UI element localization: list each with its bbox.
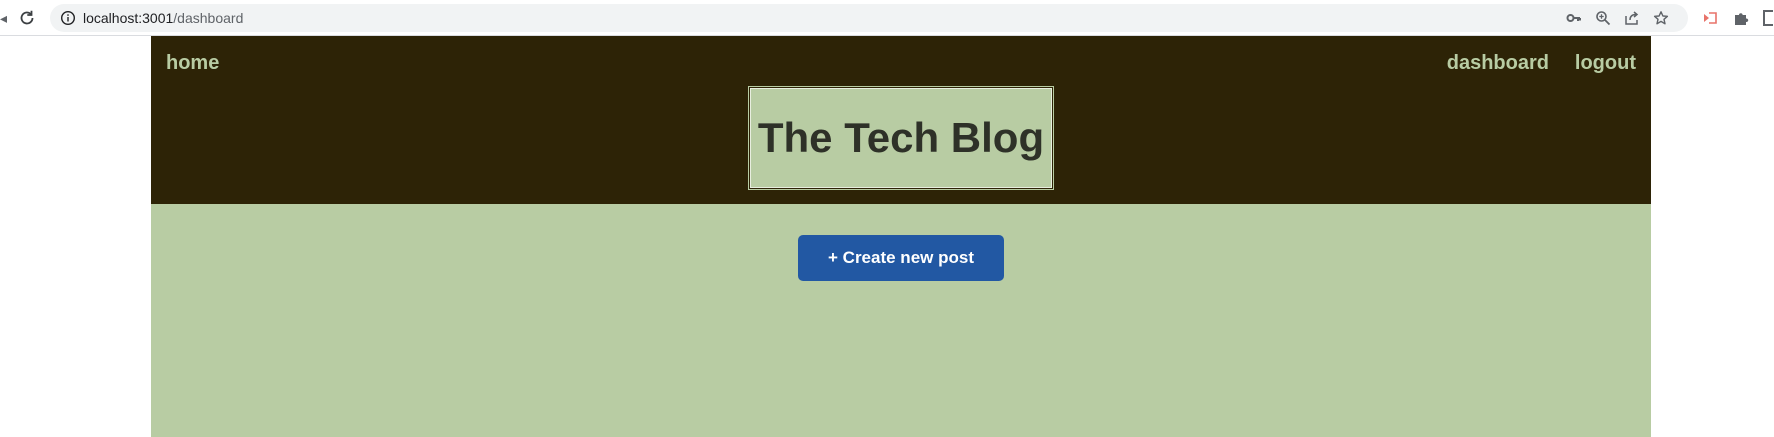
- browser-toolbar: ◂ localhost:3001/dashboard: [0, 0, 1774, 36]
- toolbar-edge-glyph: [1763, 10, 1773, 26]
- page: home dashboard logout The Tech Blog + Cr…: [151, 36, 1651, 437]
- url-text[interactable]: localhost:3001/dashboard: [83, 10, 243, 26]
- url-host: localhost:3001: [83, 10, 174, 26]
- reload-icon[interactable]: [17, 8, 37, 28]
- site-title-box: The Tech Blog: [748, 86, 1054, 190]
- key-icon[interactable]: [1566, 10, 1582, 26]
- info-icon[interactable]: [60, 10, 76, 26]
- site-header: home dashboard logout The Tech Blog: [151, 36, 1651, 204]
- star-icon[interactable]: [1653, 10, 1669, 26]
- share-icon[interactable]: [1624, 10, 1640, 26]
- site-title: The Tech Blog: [757, 114, 1045, 161]
- zoom-icon[interactable]: [1595, 10, 1611, 26]
- tab-edge-icon: ◂: [0, 10, 8, 26]
- address-bar[interactable]: localhost:3001/dashboard: [50, 4, 1688, 32]
- nav-dashboard-link[interactable]: dashboard: [1447, 51, 1549, 75]
- url-path: /dashboard: [173, 10, 244, 26]
- extension-icon[interactable]: [1702, 10, 1718, 26]
- puzzle-icon[interactable]: [1733, 10, 1749, 26]
- dashboard-content: + Create new post: [151, 204, 1651, 437]
- create-new-post-button[interactable]: + Create new post: [798, 235, 1004, 281]
- nav-home-link[interactable]: home: [166, 51, 219, 75]
- nav-logout-link[interactable]: logout: [1575, 51, 1636, 75]
